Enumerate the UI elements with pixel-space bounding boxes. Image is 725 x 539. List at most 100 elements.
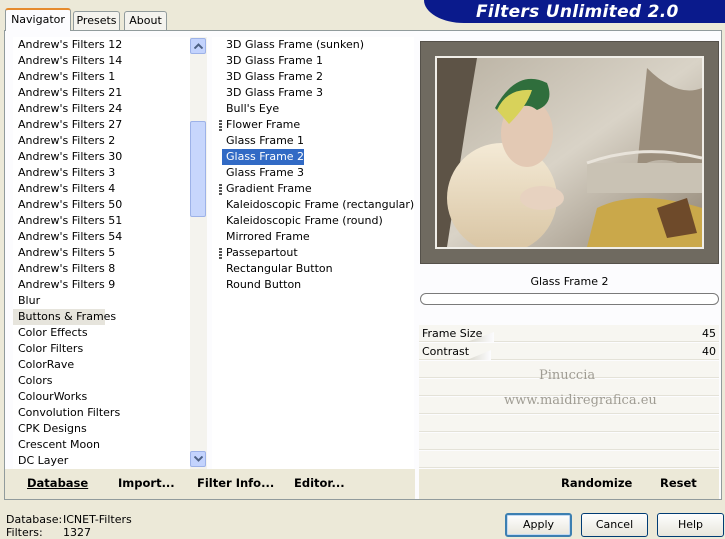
filter-item-label: Glass Frame 2 [222,149,305,165]
filters-count-label: Filters: [6,526,43,539]
filter-item[interactable]: 3D Glass Frame 3 [212,85,414,101]
chevron-up-icon[interactable] [190,38,206,54]
apply-button[interactable]: Apply [505,513,572,537]
filters-count-value: 1327 [63,526,91,539]
filter-item-label: Glass Frame 1 [226,134,305,147]
filter-item-label: Passepartout [226,246,298,259]
filter-item-label: Rectangular Button [226,262,333,275]
category-item[interactable]: Andrew's Filters 50 [13,197,122,213]
category-item[interactable]: Andrew's Filters 3 [13,165,115,181]
param-empty [419,451,719,468]
param-empty [419,433,719,450]
category-item[interactable]: Convolution Filters [13,405,120,421]
category-list[interactable]: Andrew's Filters 12 Andrew's Filters 14 An… [13,37,190,469]
filter-item[interactable]: Glass Frame 2 [212,149,414,165]
filter-item[interactable]: Gradient Frame [212,181,414,197]
filter-item[interactable]: Passepartout [212,245,414,261]
category-item[interactable]: ColourWorks [13,389,87,405]
category-item[interactable]: DC Layer [13,453,68,469]
category-item[interactable]: Andrew's Filters 27 [13,117,122,133]
help-button[interactable]: Help [657,513,724,537]
filter-item-label: 3D Glass Frame 1 [226,54,324,67]
category-item[interactable]: Crescent Moon [13,437,100,453]
category-item[interactable]: Andrew's Filters 12 [13,37,122,53]
param-value: 40 [702,345,716,358]
filter-item-label: Glass Frame 3 [226,166,305,179]
watermark-name: Pinuccia [539,368,596,383]
chevron-down-icon[interactable] [190,451,206,467]
filter-item-label: 3D Glass Frame 2 [226,70,324,83]
category-item[interactable]: Color Filters [13,341,83,357]
filter-item[interactable]: Glass Frame 1 [212,133,414,149]
filter-item[interactable]: Bull's Eye [212,101,414,117]
category-scrollbar[interactable] [190,37,207,469]
database-label: Database: [6,513,63,526]
param-toolbar: Randomize Reset [419,469,719,499]
filter-item[interactable]: Glass Frame 3 [212,165,414,181]
filter-item-label: Kaleidoscopic Frame (rectangular) [226,198,414,211]
filter-item-label: Gradient Frame [226,182,312,195]
progress-bar [420,293,719,305]
filter-item[interactable]: Kaleidoscopic Frame (round) [212,213,414,229]
tab-about[interactable]: About [124,11,167,31]
category-scroll-thumb[interactable] [190,121,206,217]
import-button[interactable]: Import... [118,476,175,490]
category-item[interactable]: Andrew's Filters 9 [13,277,115,293]
category-item[interactable]: Andrew's Filters 8 [13,261,115,277]
database-button[interactable]: Database [27,476,88,490]
category-item[interactable]: Blur [13,293,40,309]
filter-item[interactable]: Flower Frame [212,117,414,133]
filter-item-label: Flower Frame [226,118,301,131]
list-toolbar: Database Import... Filter Info... Editor… [5,469,415,499]
category-item[interactable]: Colors [13,373,52,389]
preview-image [435,56,704,249]
param-label: Contrast [422,345,470,358]
param-contrast[interactable]: Contrast 40 [419,343,719,360]
filter-item[interactable]: Mirrored Frame [212,229,414,245]
category-item[interactable]: Color Effects [13,325,88,341]
category-item[interactable]: Andrew's Filters 2 [13,133,115,149]
preview-panel [420,41,719,264]
filter-item[interactable]: 3D Glass Frame 1 [212,53,414,69]
filter-info-button[interactable]: Filter Info... [197,476,274,490]
category-item[interactable]: Andrew's Filters 1 [13,69,115,85]
param-value: 45 [702,327,716,340]
filter-item-label: Round Button [226,278,302,291]
category-item[interactable]: Andrew's Filters 21 [13,85,122,101]
param-label: Frame Size [422,327,483,340]
category-item[interactable]: Andrew's Filters 30 [13,149,122,165]
filter-item-label: Mirrored Frame [226,230,310,243]
filter-item-label: Bull's Eye [226,102,280,115]
category-item[interactable]: Buttons & Frames [13,309,116,325]
category-item[interactable]: Andrew's Filters 24 [13,101,122,117]
filter-item-label: 3D Glass Frame 3 [226,86,324,99]
category-item[interactable]: Andrew's Filters 5 [13,245,115,261]
current-filter-name: Glass Frame 2 [530,275,609,288]
category-item[interactable]: Andrew's Filters 54 [13,229,122,245]
tab-presets[interactable]: Presets [73,11,120,31]
watermark-url: www.maidiregrafica.eu [504,393,657,408]
reset-button[interactable]: Reset [660,476,697,490]
tab-navigator[interactable]: Navigator [5,8,71,31]
contrast-slider[interactable] [467,350,491,360]
editor-button[interactable]: Editor... [294,476,345,490]
database-value: ICNET-Filters [63,513,132,526]
category-item[interactable]: Andrew's Filters 14 [13,53,122,69]
param-empty [419,415,719,432]
app-title: Filters Unlimited 2.0 [476,2,679,22]
filter-item-label: 3D Glass Frame (sunken) [226,38,364,51]
param-frame-size[interactable]: Frame Size 45 [419,325,719,342]
filter-list[interactable]: 3D Glass Frame (sunken) 3D Glass Frame 1 3… [212,37,414,469]
category-item[interactable]: Andrew's Filters 51 [13,213,122,229]
category-item[interactable]: Andrew's Filters 4 [13,181,115,197]
cancel-button[interactable]: Cancel [581,513,648,537]
filter-item[interactable]: Rectangular Button [212,261,414,277]
randomize-button[interactable]: Randomize [561,476,632,490]
filter-item[interactable]: 3D Glass Frame (sunken) [212,37,414,53]
filter-item[interactable]: Round Button [212,277,414,293]
filter-item[interactable]: Kaleidoscopic Frame (rectangular) [212,197,414,213]
filter-item[interactable]: 3D Glass Frame 2 [212,69,414,85]
filter-item-label: Kaleidoscopic Frame (round) [226,214,383,227]
category-item[interactable]: CPK Designs [13,421,87,437]
category-item[interactable]: ColorRave [13,357,74,373]
